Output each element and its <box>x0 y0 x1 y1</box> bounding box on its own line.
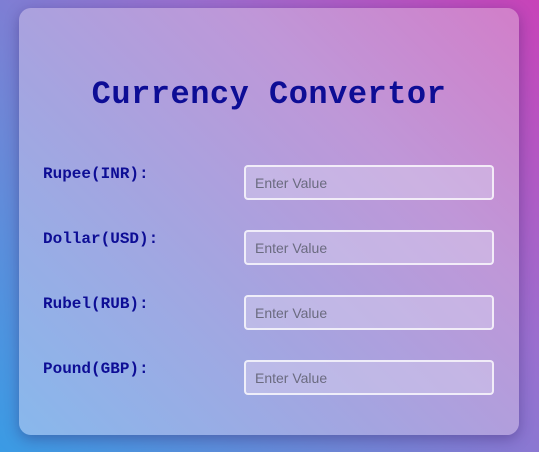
row-usd: Dollar(USD): <box>19 230 519 266</box>
page-title: Currency Convertor <box>91 76 447 113</box>
inr-label: Rupee(INR): <box>43 165 149 183</box>
row-gbp: Pound(GBP): <box>19 360 519 396</box>
rub-label: Rubel(RUB): <box>43 295 149 313</box>
inr-input[interactable] <box>244 165 494 200</box>
usd-label: Dollar(USD): <box>43 230 159 248</box>
rub-input[interactable] <box>244 295 494 330</box>
usd-input[interactable] <box>244 230 494 265</box>
converter-card: Currency Convertor Rupee(INR): Dollar(US… <box>19 8 519 435</box>
gbp-label: Pound(GBP): <box>43 360 149 378</box>
row-rub: Rubel(RUB): <box>19 295 519 331</box>
row-inr: Rupee(INR): <box>19 165 519 201</box>
gbp-input[interactable] <box>244 360 494 395</box>
